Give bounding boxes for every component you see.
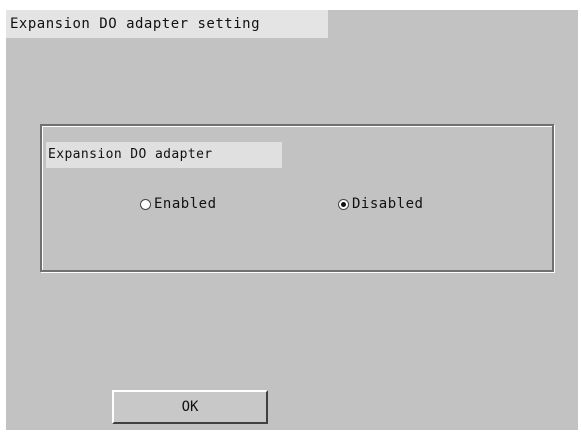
enabled-radio-icon[interactable] (140, 198, 151, 210)
group-label: Expansion DO adapter (46, 142, 282, 168)
adapter-setting-dialog: Expansion DO adapter setting Expansion D… (6, 10, 578, 430)
enabled-radio-option[interactable]: Enabled (140, 196, 217, 212)
disabled-radio-icon[interactable] (338, 198, 349, 210)
disabled-radio-label: Disabled (352, 196, 424, 212)
enabled-radio-label: Enabled (154, 196, 217, 212)
ok-button[interactable]: OK (112, 390, 268, 424)
title-bar: Expansion DO adapter setting (6, 10, 328, 38)
disabled-radio-option[interactable]: Disabled (338, 196, 423, 212)
dialog-title: Expansion DO adapter setting (10, 16, 261, 32)
adapter-groupbox: Expansion DO adapter Enabled Disabled (40, 124, 554, 272)
